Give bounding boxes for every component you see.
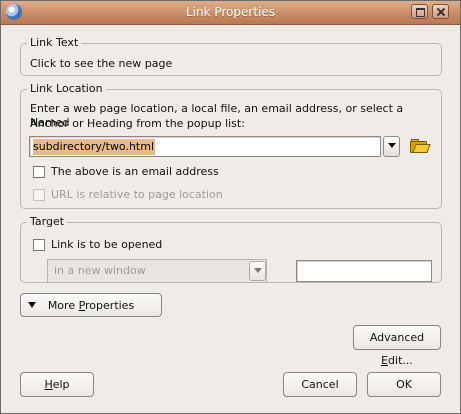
folder-open-icon[interactable] [409,137,431,154]
help-mnemonic: H [44,378,53,391]
cancel-button[interactable]: Cancel [283,372,357,397]
folder-front-icon-part [412,144,431,153]
ok-button[interactable]: OK [367,372,441,397]
email-address-checkbox[interactable] [33,166,45,178]
more-properties-suffix: roperties [85,299,135,312]
advanced-edit-button[interactable]: Advanced Edit... [353,325,441,367]
expand-triangle-icon [28,302,36,308]
link-location-legend: Link Location [27,82,106,96]
relative-url-checkbox [33,189,45,201]
cancel-label: Cancel [301,378,339,391]
close-icon[interactable] [432,4,449,19]
advanced-edit-suffix: dit... [388,354,413,367]
link-opened-checkbox[interactable] [33,239,45,251]
maximize-icon[interactable] [411,4,428,19]
ok-label: OK [396,378,412,391]
target-legend: Target [27,215,68,229]
instructions-line-2: Anchor or Heading from the popup list: [30,117,245,130]
more-properties-label: More Properties [48,299,134,312]
link-properties-dialog: Link Properties Link Text Click to see t… [0,0,461,414]
url-input[interactable]: subdirectory/two.html [29,136,381,157]
open-target-select-value: in a new window [54,264,146,277]
open-target-select: in a new window [47,259,267,283]
link-opened-checkbox-label: Link is to be opened [51,238,163,251]
advanced-edit-mnemonic: E [381,354,389,367]
link-text-legend: Link Text [27,36,82,50]
help-suffix: elp [52,378,70,391]
link-text-value: Click to see the new page [30,57,173,70]
more-properties-prefix: More [47,299,79,312]
custom-target-input[interactable] [296,260,432,282]
open-target-select-arrow-icon [249,261,266,281]
title-bar: Link Properties [1,1,460,25]
window-title: Link Properties [185,5,276,19]
relative-url-checkbox-label: URL is relative to page location [51,188,223,201]
email-address-checkbox-label: The above is an email address [51,165,219,178]
url-value: subdirectory/two.html [33,139,155,155]
url-history-dropdown-button[interactable] [383,136,400,157]
help-button[interactable]: Help [20,372,94,397]
link-text-group: Link Text Click to see the new page [20,36,442,76]
more-properties-button[interactable]: More Properties [20,293,162,317]
advanced-edit-prefix: Advanced [369,331,425,344]
